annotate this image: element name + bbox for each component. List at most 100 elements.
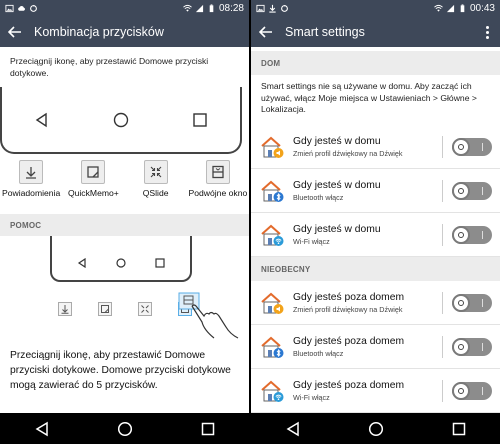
away-sound-icon: [261, 292, 284, 314]
row-text: Gdy jesteś poza domem Bluetooth włącz: [293, 336, 436, 358]
recents-square-icon: [193, 113, 208, 127]
away-wifi-icon: [261, 380, 284, 402]
row-text: Gdy jesteś w domu Wi-Fi włącz: [293, 224, 436, 246]
row-text: Gdy jesteś poza domem Wi-Fi włącz: [293, 380, 436, 402]
back-triangle-icon: [77, 258, 86, 268]
row-divider: [442, 223, 443, 246]
phone-preview: [0, 87, 242, 154]
help-phone-preview: [50, 236, 192, 282]
home-circle-icon: [113, 112, 129, 128]
battery-icon: [460, 4, 465, 13]
sync-icon: [30, 4, 37, 12]
home-bluetooth-icon: [261, 180, 284, 202]
cloud-download-icon: [18, 6, 25, 11]
row-divider: [442, 335, 443, 358]
row-title: Gdy jesteś w domu: [293, 135, 381, 147]
setting-toggle[interactable]: [452, 181, 492, 200]
status-time: 08:28: [218, 3, 244, 14]
setting-toggle[interactable]: [452, 337, 492, 356]
help-illustration: [0, 236, 249, 341]
status-bar: 00:43: [251, 0, 500, 17]
button-qslide[interactable]: QSlide: [126, 160, 186, 198]
system-navigation-bar: [0, 413, 500, 444]
home-setting-row[interactable]: Gdy jesteś w domu Bluetooth włącz: [251, 169, 500, 213]
row-subtitle: Wi-Fi włącz: [293, 392, 330, 402]
row-title: Gdy jesteś poza domem: [293, 291, 405, 303]
away-setting-row[interactable]: Gdy jesteś poza domem Zmień profil dźwięk…: [251, 281, 500, 325]
nav-back-icon[interactable]: [285, 421, 301, 437]
status-bar: 08:28: [0, 0, 249, 17]
toggle-on-mark: [481, 186, 483, 195]
battery-icon: [209, 4, 214, 13]
row-title: Gdy jesteś w domu: [293, 223, 381, 235]
row-text: Gdy jesteś w domu Zmień profil dźwiękowy …: [293, 136, 436, 158]
button-notifications[interactable]: Powiadomienia: [1, 160, 61, 198]
app-bar: Smart settings: [251, 17, 500, 47]
home-settings-list: Gdy jesteś w domu Zmień profil dźwiękowy …: [251, 125, 500, 257]
home-wifi-icon: [261, 224, 284, 246]
setting-toggle[interactable]: [452, 137, 492, 156]
row-title: Gdy jesteś poza domem: [293, 335, 405, 347]
button-label: QuickMemo+: [67, 188, 119, 198]
setting-toggle[interactable]: [452, 381, 492, 400]
help-notification-button: [58, 302, 72, 316]
toggle-knob: [452, 381, 470, 400]
row-subtitle: Zmień profil dźwiękowy na Dźwięk: [293, 148, 403, 158]
page-title: Kombinacja przycisków: [34, 25, 164, 39]
wifi-icon: [183, 4, 192, 12]
toggle-on-mark: [481, 386, 483, 395]
row-subtitle: Zmień profil dźwiękowy na Dźwięk: [293, 304, 403, 314]
away-setting-row[interactable]: Gdy jesteś poza domem Wi-Fi włącz: [251, 369, 500, 413]
instruction-text: Przeciągnij ikonę, aby przestawić Domowe…: [10, 56, 209, 78]
toggle-on-mark: [481, 342, 483, 351]
row-subtitle: Bluetooth włącz: [293, 348, 344, 358]
nav-recents-icon[interactable]: [200, 421, 216, 437]
section-header-away: NIEOBECNY: [251, 257, 500, 281]
row-text: Gdy jesteś w domu Bluetooth włącz: [293, 180, 436, 202]
toggle-on-mark: [481, 230, 483, 239]
away-settings-list: Gdy jesteś poza domem Zmień profil dźwięk…: [251, 281, 500, 413]
status-time: 00:43: [469, 3, 495, 14]
back-arrow-icon[interactable]: [6, 23, 24, 41]
row-text: Gdy jesteś poza domem Zmień profil dźwięk…: [293, 292, 436, 314]
quickmemo-icon: [87, 166, 100, 178]
nav-home-icon[interactable]: [117, 421, 133, 437]
help-qslide-button: [138, 302, 152, 316]
overflow-menu-icon[interactable]: [480, 23, 494, 41]
nav-back-icon[interactable]: [34, 421, 50, 437]
row-icon: [259, 178, 285, 204]
row-title: Gdy jesteś w domu: [293, 179, 381, 191]
home-setting-row[interactable]: Gdy jesteś w domu Zmień profil dźwiękowy …: [251, 125, 500, 169]
row-icon: [259, 222, 285, 248]
dual-window-icon: [212, 165, 224, 179]
button-quickmemo[interactable]: QuickMemo+: [63, 160, 123, 198]
nav-home-icon[interactable]: [368, 421, 384, 437]
toggle-on-mark: [481, 298, 483, 307]
toggle-knob: [452, 181, 470, 200]
qslide-icon: [141, 305, 149, 313]
phone-preview-nav: [2, 112, 240, 128]
notification-pull-down-icon: [61, 305, 69, 314]
home-setting-row[interactable]: Gdy jesteś w domu Wi-Fi włącz: [251, 213, 500, 257]
section-header-help: POMOC: [0, 214, 249, 236]
toggle-on-mark: [481, 142, 483, 151]
back-arrow-icon[interactable]: [257, 23, 275, 41]
wifi-icon: [434, 4, 443, 12]
help-text: Przeciągnij ikonę, aby przestawić Domowe…: [10, 350, 231, 391]
button-dual-window[interactable]: Podwójne okno: [188, 160, 248, 198]
section-header-home: DOM: [251, 51, 500, 75]
signal-icon: [446, 4, 455, 13]
row-divider: [442, 379, 443, 402]
toggle-knob: [452, 293, 470, 312]
toggle-knob: [452, 337, 470, 356]
help-quickmemo-button: [98, 302, 112, 316]
button-label: Podwójne okno: [188, 188, 248, 198]
qslide-icon: [150, 166, 162, 178]
toggle-knob: [452, 225, 470, 244]
away-bluetooth-icon: [261, 336, 284, 358]
away-setting-row[interactable]: Gdy jesteś poza domem Bluetooth włącz: [251, 325, 500, 369]
setting-toggle[interactable]: [452, 225, 492, 244]
nav-recents-icon[interactable]: [451, 421, 467, 437]
setting-toggle[interactable]: [452, 293, 492, 312]
gallery-notification-icon: [256, 4, 265, 13]
